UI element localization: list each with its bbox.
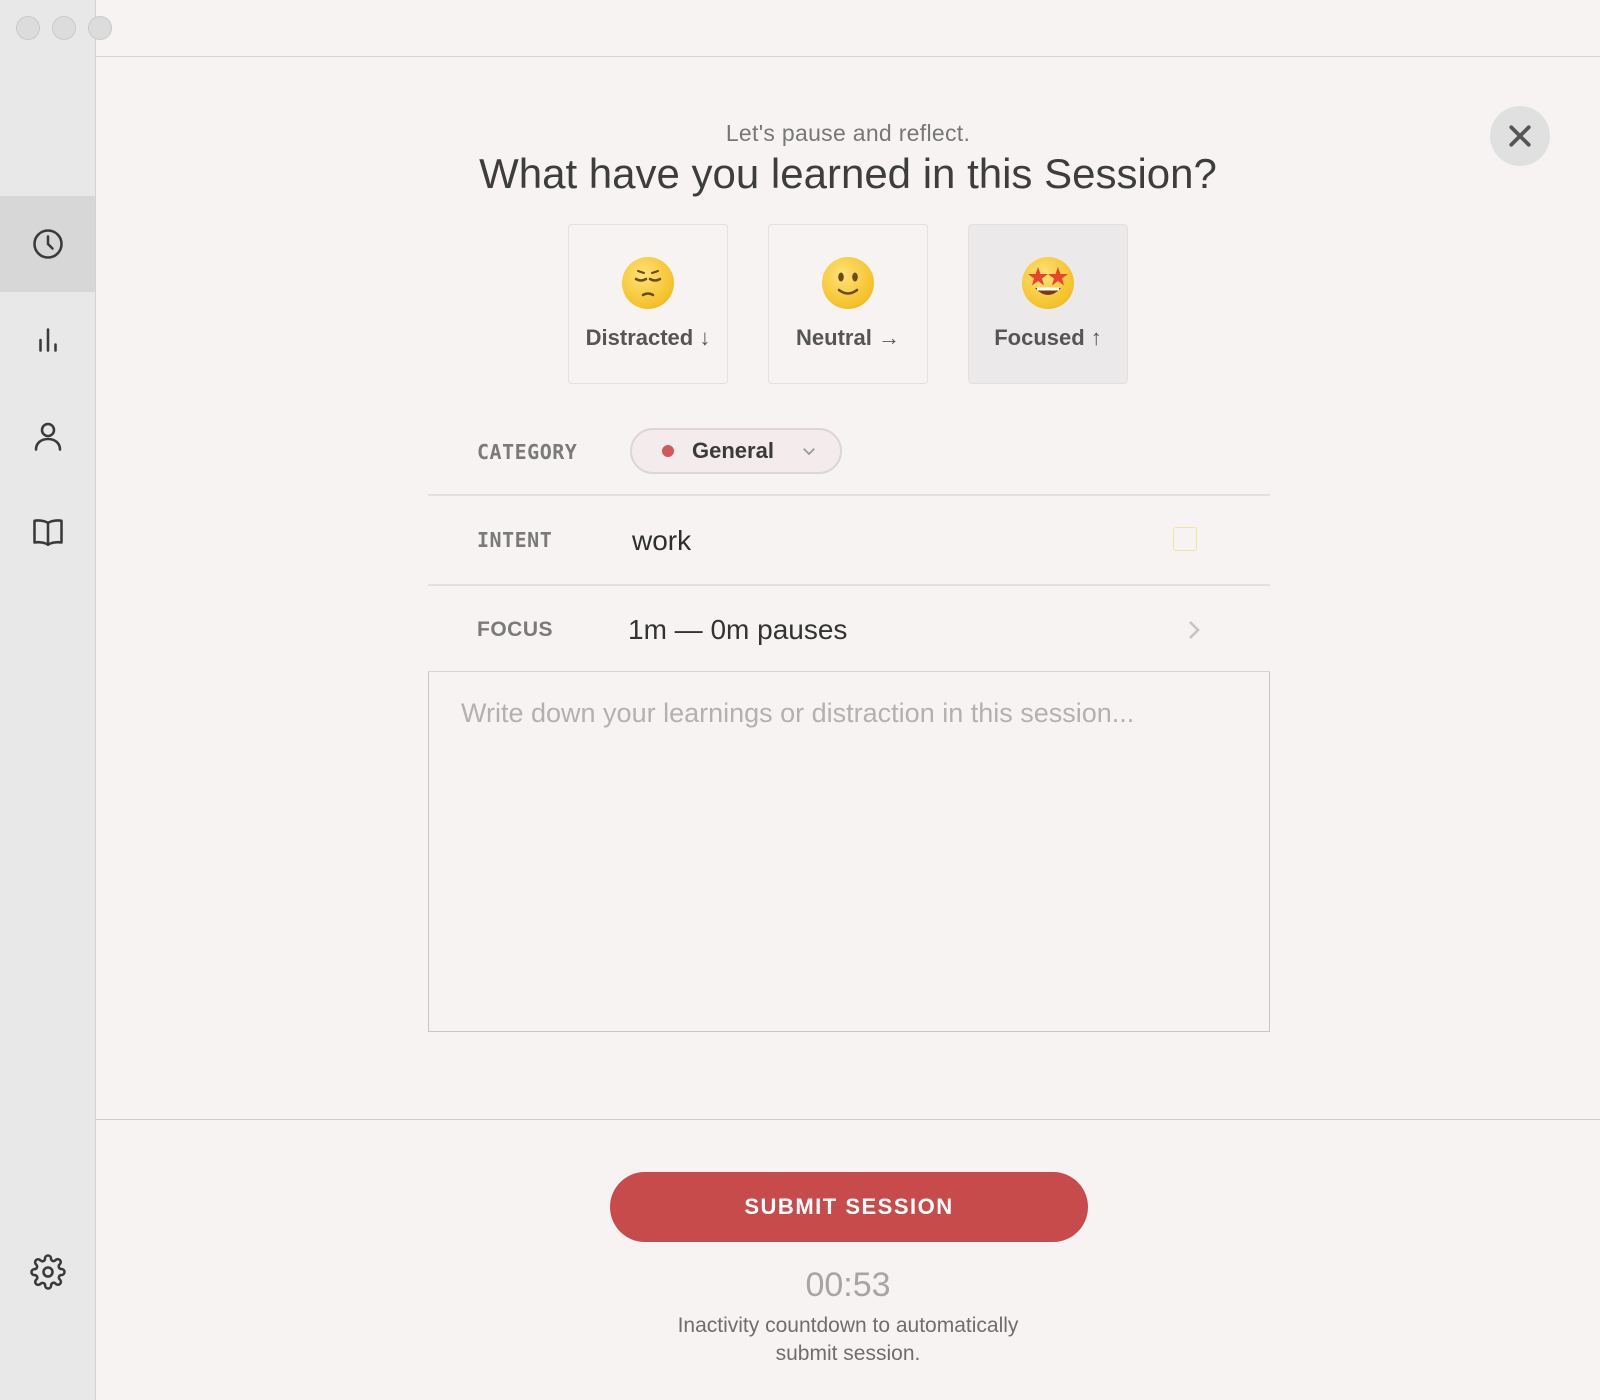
intent-label: INTENT [477, 528, 553, 552]
star-struck-face-icon [1022, 257, 1074, 309]
slightly-smiling-face-icon [822, 257, 874, 309]
sidebar [0, 0, 96, 1400]
mood-label: Focused ↑ [994, 325, 1102, 350]
category-value: General [692, 438, 774, 463]
mood-label: Distracted ↓ [585, 325, 711, 350]
chevron-down-icon [800, 442, 818, 460]
mood-neutral-button[interactable]: Neutral → [768, 224, 928, 384]
sidebar-item-profile[interactable] [0, 388, 95, 484]
window-zoom-button[interactable] [88, 16, 112, 40]
intent-clear-button[interactable] [1173, 527, 1197, 551]
chevron-right-icon [1184, 618, 1204, 642]
category-label: CATEGORY [477, 440, 578, 464]
bar-chart-icon [38, 328, 57, 352]
notes-textarea[interactable] [428, 672, 1270, 1032]
top-divider [96, 56, 1600, 57]
book-icon [32, 519, 63, 547]
intent-input[interactable] [628, 524, 1222, 558]
mood-focused-button[interactable]: Focused ↑ [968, 224, 1128, 384]
window-close-button[interactable] [16, 16, 40, 40]
window-controls [16, 16, 112, 40]
user-icon [34, 422, 61, 451]
mood-selector: Distracted ↓ Neutral → Focused ↑ [568, 224, 1128, 384]
sidebar-item-stats[interactable] [0, 292, 95, 388]
category-color-dot [662, 445, 674, 457]
category-dropdown[interactable]: General [630, 428, 842, 474]
bottom-divider [96, 1119, 1600, 1120]
countdown-caption: Inactivity countdown to automatically su… [677, 1314, 1019, 1365]
focus-row[interactable]: FOCUS 1m — 0m pauses [428, 584, 1270, 672]
window-minimize-button[interactable] [52, 16, 76, 40]
pensive-face-icon [622, 257, 674, 309]
mood-label: Neutral → [796, 325, 900, 350]
page-title: What have you learned in this Session? [479, 150, 1217, 197]
focus-value: 1m — 0m pauses [628, 614, 848, 645]
mood-distracted-button[interactable]: Distracted ↓ [568, 224, 728, 384]
submit-session-button[interactable]: SUBMIT SESSION [610, 1172, 1088, 1242]
countdown-timer: 00:53 [805, 1266, 891, 1304]
focus-label: FOCUS [477, 618, 553, 641]
clock-icon [32, 229, 63, 259]
sidebar-item-timer[interactable] [0, 196, 95, 292]
divider [428, 494, 1270, 496]
sidebar-item-journal[interactable] [0, 484, 95, 580]
page-subtitle: Let's pause and reflect. [725, 120, 971, 146]
app-window: Let's pause and reflect. What have you l… [0, 0, 1600, 1400]
